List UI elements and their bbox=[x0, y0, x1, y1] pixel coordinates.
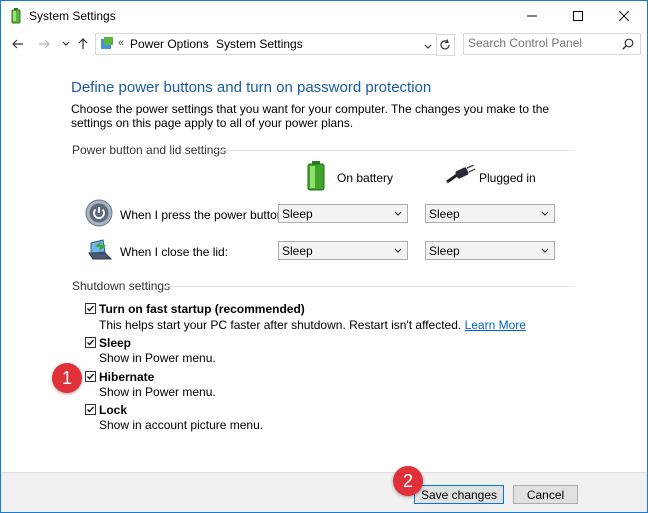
sleep-label[interactable]: Sleep bbox=[99, 336, 131, 350]
fast-startup-checkbox[interactable] bbox=[85, 303, 96, 314]
lock-desc: Show in account picture menu. bbox=[99, 418, 264, 432]
column-on-battery: On battery bbox=[337, 171, 394, 185]
close-button[interactable] bbox=[601, 1, 647, 31]
battery-icon bbox=[306, 161, 330, 191]
close-lid-label: When I close the lid: bbox=[120, 245, 229, 259]
step-marker-1: 1 bbox=[52, 363, 82, 393]
power-button-plugged-select[interactable]: Sleep bbox=[425, 204, 555, 223]
select-value: Sleep bbox=[429, 244, 460, 258]
system-settings-window: System Settings « Power Options › System… bbox=[0, 0, 648, 513]
footer-bar: Save changes Cancel bbox=[1, 472, 647, 512]
forward-button[interactable] bbox=[36, 35, 52, 53]
maximize-button[interactable] bbox=[555, 1, 601, 31]
back-arrow-icon bbox=[12, 39, 23, 49]
recent-locations-button[interactable] bbox=[58, 35, 74, 53]
checkmark-icon bbox=[87, 373, 94, 380]
chevron-down-icon bbox=[424, 44, 432, 49]
back-button[interactable] bbox=[10, 35, 26, 53]
shutdown-section-divider bbox=[165, 286, 575, 287]
chevron-down-icon bbox=[394, 248, 402, 253]
search-icon[interactable] bbox=[622, 38, 634, 53]
chevron-down-icon bbox=[62, 41, 70, 46]
breadcrumb-separator[interactable]: › bbox=[204, 37, 208, 49]
lock-checkbox[interactable] bbox=[85, 404, 96, 415]
checkmark-icon bbox=[87, 339, 94, 346]
main-content: Define power buttons and turn on passwor… bbox=[1, 61, 647, 461]
save-changes-button[interactable]: Save changes bbox=[414, 485, 504, 504]
address-dropdown-button[interactable] bbox=[424, 39, 432, 53]
page-title: Define power buttons and turn on passwor… bbox=[71, 79, 432, 96]
up-button[interactable] bbox=[75, 35, 91, 53]
refresh-icon bbox=[440, 39, 450, 50]
hibernate-label[interactable]: Hibernate bbox=[99, 370, 154, 384]
plug-icon bbox=[445, 164, 476, 185]
breadcrumb-overflow[interactable]: « bbox=[118, 37, 124, 49]
column-plugged-in: Plugged in bbox=[479, 171, 536, 185]
up-arrow-icon bbox=[78, 38, 88, 49]
select-value: Sleep bbox=[429, 207, 460, 221]
learn-more-link[interactable]: Learn More bbox=[465, 318, 526, 332]
breadcrumb-system-settings[interactable]: System Settings bbox=[216, 37, 303, 51]
search-box[interactable] bbox=[463, 33, 641, 55]
chevron-down-icon bbox=[541, 248, 549, 253]
hibernate-checkbox[interactable] bbox=[85, 371, 96, 382]
power-button-battery-select[interactable]: Sleep bbox=[278, 204, 408, 223]
power-button-label: When I press the power button: bbox=[120, 208, 287, 222]
select-value: Sleep bbox=[282, 244, 313, 258]
fast-startup-label[interactable]: Turn on fast startup (recommended) bbox=[99, 302, 305, 316]
search-input[interactable] bbox=[468, 36, 616, 50]
navigation-bar: « Power Options › System Settings bbox=[1, 31, 647, 57]
refresh-button[interactable] bbox=[436, 34, 455, 56]
sleep-desc: Show in Power menu. bbox=[99, 351, 216, 365]
address-bar[interactable]: « Power Options › System Settings bbox=[95, 33, 437, 55]
forward-arrow-icon bbox=[39, 39, 50, 49]
fast-startup-desc-text: This helps start your PC faster after sh… bbox=[99, 318, 462, 332]
power-options-icon bbox=[9, 8, 23, 24]
control-panel-icon bbox=[100, 36, 114, 51]
hibernate-desc: Show in Power menu. bbox=[99, 385, 216, 399]
laptop-lid-icon bbox=[85, 237, 115, 263]
minimize-button[interactable] bbox=[509, 1, 555, 31]
close-icon bbox=[619, 11, 629, 21]
minimize-icon bbox=[527, 15, 537, 17]
window-title: System Settings bbox=[29, 9, 116, 23]
power-button-icon bbox=[85, 199, 113, 227]
lock-label[interactable]: Lock bbox=[99, 403, 127, 417]
step-marker-2: 2 bbox=[393, 466, 423, 496]
fast-startup-desc: This helps start your PC faster after sh… bbox=[99, 318, 526, 332]
page-intro: Choose the power settings that you want … bbox=[71, 102, 550, 130]
chevron-down-icon bbox=[394, 211, 402, 216]
sleep-checkbox[interactable] bbox=[85, 337, 96, 348]
checkmark-icon bbox=[87, 406, 94, 413]
close-lid-battery-select[interactable]: Sleep bbox=[278, 241, 408, 260]
shutdown-section-title: Shutdown settings bbox=[72, 279, 171, 293]
chevron-down-icon bbox=[541, 211, 549, 216]
close-lid-plugged-select[interactable]: Sleep bbox=[425, 241, 555, 260]
maximize-icon bbox=[573, 11, 583, 21]
power-section-divider bbox=[213, 150, 575, 151]
select-value: Sleep bbox=[282, 207, 313, 221]
title-bar: System Settings bbox=[1, 1, 647, 31]
checkmark-icon bbox=[87, 305, 94, 312]
power-section-title: Power button and lid settings bbox=[72, 143, 227, 157]
breadcrumb-power-options[interactable]: Power Options bbox=[130, 37, 209, 51]
cancel-button[interactable]: Cancel bbox=[513, 485, 578, 504]
